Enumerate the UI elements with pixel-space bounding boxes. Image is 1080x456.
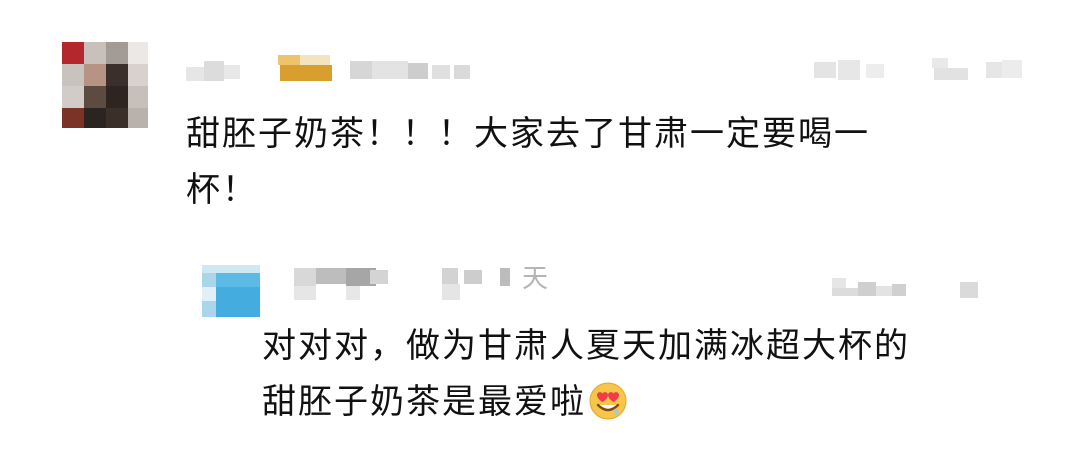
reply-text-line2: 甜胚子奶茶是最爱啦 [262, 382, 586, 422]
avatar-pixelated-image [62, 42, 148, 128]
reply-comment: 天 对对对，做为甘肃人夏天加满冰超大杯的 甜胚子奶茶是最爱啦 [0, 250, 1080, 456]
reply-text-line1: 对对对，做为甘肃人夏天加满冰超大杯的 [262, 326, 910, 366]
username-blurred [186, 55, 470, 81]
comment: 甜胚子奶茶！！！大家去了甘肃一定要喝一 杯！ [0, 0, 1080, 240]
reply-timestamp: 天 [522, 258, 549, 295]
reply-avatar[interactable] [202, 265, 260, 317]
reply-username-blurred [294, 268, 510, 300]
comment-text: 甜胚子奶茶！！！大家去了甘肃一定要喝一 杯！ [186, 106, 1026, 218]
reply-avatar-pixelated-image [202, 265, 260, 317]
reply-text: 对对对，做为甘肃人夏天加满冰超大杯的 甜胚子奶茶是最爱啦 [262, 318, 1042, 430]
comment-actions-blurred [814, 58, 1024, 82]
comment-text-line1: 甜胚子奶茶！！！大家去了甘肃一定要喝一 [186, 114, 870, 154]
comment-meta-blurred [186, 55, 516, 85]
avatar[interactable] [62, 42, 148, 128]
reply-time-suffix: 天 [522, 264, 550, 294]
comment-text-line2: 杯！ [186, 170, 258, 210]
heart-eyes-emoji-icon [588, 381, 628, 421]
reply-actions-blurred[interactable] [832, 274, 992, 298]
reply-like-actions-blurred[interactable] [814, 58, 1024, 82]
